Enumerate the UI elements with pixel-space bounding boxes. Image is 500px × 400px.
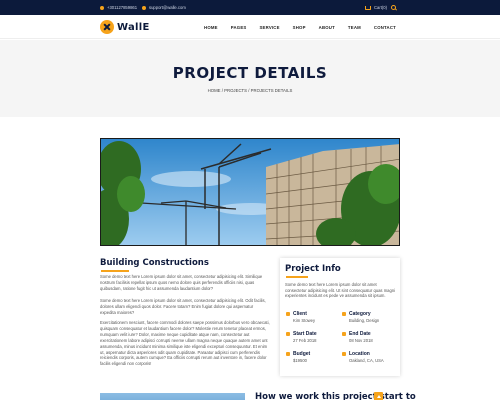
user-icon bbox=[286, 312, 290, 316]
main-navbar: WallE HOME PAGES SERVICE SHOP ABOUT TEAM… bbox=[0, 15, 500, 39]
location-icon bbox=[342, 352, 346, 356]
tools-icon bbox=[100, 20, 114, 34]
breadcrumb-home[interactable]: HOME bbox=[208, 88, 221, 93]
title-underline bbox=[101, 270, 129, 272]
email-contact[interactable]: support@walle.com bbox=[142, 0, 186, 15]
nav-about[interactable]: ABOUT bbox=[319, 25, 335, 30]
calendar-icon bbox=[342, 332, 346, 336]
nav-home[interactable]: HOME bbox=[204, 25, 218, 30]
search-icon bbox=[391, 5, 396, 10]
project-info-title: Project Info bbox=[285, 264, 341, 274]
info-start-date: Start Date 27 Feb 2018 bbox=[286, 331, 317, 343]
project-photo bbox=[100, 138, 400, 246]
top-bar: +301127859861 support@walle.com Cart(0) bbox=[0, 0, 500, 15]
money-icon bbox=[286, 352, 290, 356]
project-info-card: Project Info Some demo text here Lorem i… bbox=[280, 258, 400, 376]
breadcrumb: HOME / PROJECTS / PROJECTS DETAILS bbox=[207, 88, 293, 93]
info-location: Location Oakland, CA, USA bbox=[342, 351, 384, 363]
paragraph-1: Some demo text here Lorem ipsum dolor si… bbox=[100, 274, 263, 291]
info-category: Category Building, Design bbox=[342, 311, 379, 323]
phone-number: +301127859861 bbox=[107, 5, 138, 10]
search-button[interactable] bbox=[391, 0, 396, 15]
nav-pages[interactable]: PAGES bbox=[231, 25, 247, 30]
calendar-icon bbox=[286, 332, 290, 336]
nav-shop[interactable]: SHOP bbox=[293, 25, 306, 30]
breadcrumb-projects[interactable]: PROJECTS bbox=[224, 88, 247, 93]
cart-icon bbox=[365, 5, 371, 10]
paragraph-2: Some demo text here Lorem ipsum dolor si… bbox=[100, 298, 266, 315]
cart-label: Cart(0) bbox=[374, 5, 388, 10]
phone-icon bbox=[100, 5, 104, 10]
brand-logo[interactable]: WallE bbox=[100, 20, 150, 34]
nav-contact[interactable]: CONTACT bbox=[374, 25, 396, 30]
nav-team[interactable]: TEAM bbox=[348, 25, 361, 30]
brand-name: WallE bbox=[117, 21, 150, 33]
project-info-description: Some demo text here Lorem ipsum dolor si… bbox=[285, 282, 396, 299]
second-project-photo bbox=[100, 393, 245, 400]
page-title: PROJECT DETAILS bbox=[172, 64, 328, 82]
info-client: Client Kim Stowey bbox=[286, 311, 315, 323]
nav-service[interactable]: SERVICE bbox=[259, 25, 279, 30]
paragraph-3: Exercitationem nesciunt, facere commodi … bbox=[100, 320, 270, 367]
main-menu: HOME PAGES SERVICE SHOP ABOUT TEAM CONTA… bbox=[191, 15, 396, 39]
mail-icon bbox=[142, 5, 146, 10]
phone-contact[interactable]: +301127859861 bbox=[100, 0, 137, 15]
section-title: Building Constructions bbox=[100, 258, 209, 268]
card-underline bbox=[286, 276, 308, 278]
page-hero: PROJECT DETAILS HOME / PROJECTS / PROJEC… bbox=[0, 40, 500, 117]
cart-link[interactable]: Cart(0) bbox=[365, 0, 387, 15]
how-we-work-heading: How we work this project start to bbox=[255, 392, 416, 400]
breadcrumb-current: PROJECTS DETAILS bbox=[250, 88, 293, 93]
email-address: support@walle.com bbox=[149, 5, 186, 10]
scroll-to-top-button[interactable] bbox=[374, 392, 383, 400]
info-budget: Budget $19500 bbox=[286, 351, 310, 363]
info-end-date: End Date 08 Nov 2018 bbox=[342, 331, 373, 343]
folder-icon bbox=[342, 312, 346, 316]
